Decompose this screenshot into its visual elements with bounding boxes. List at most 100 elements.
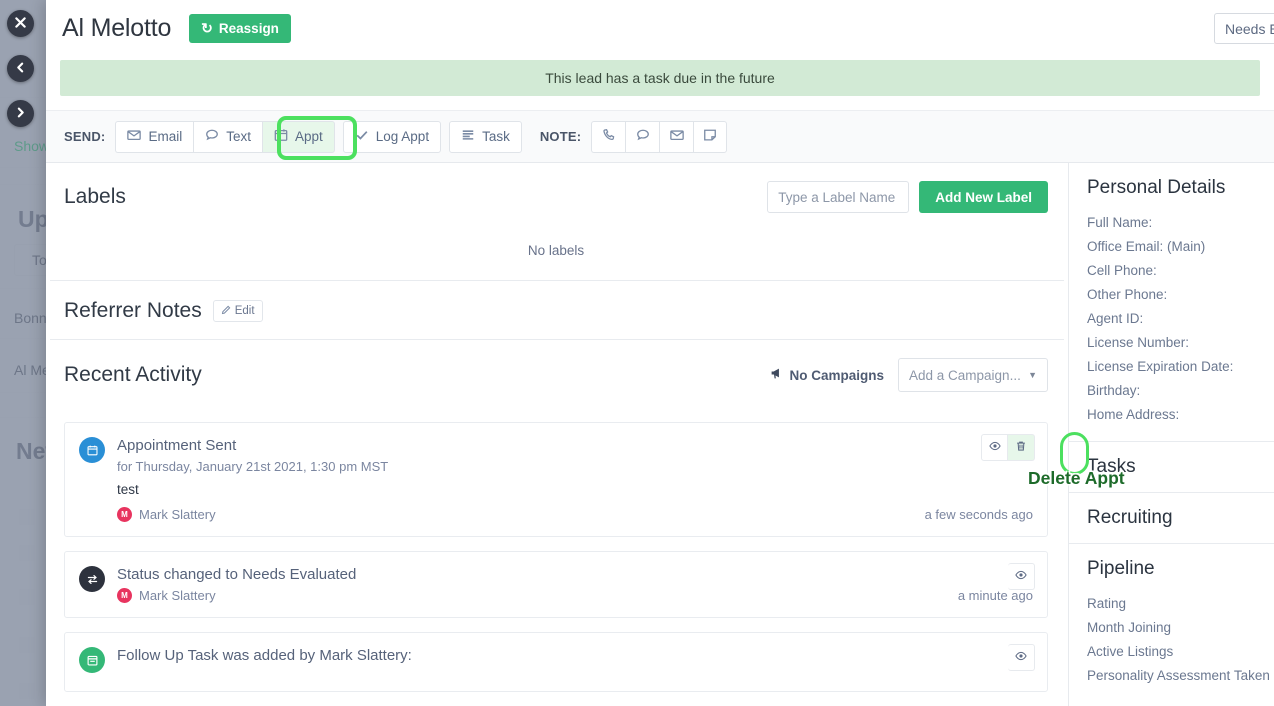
close-modal-button[interactable]: [7, 10, 34, 37]
delete-activity-button[interactable]: [1008, 434, 1035, 461]
background-checkbox: [19, 545, 35, 561]
swap-icon: [79, 566, 105, 592]
close-icon: [15, 16, 26, 31]
activity-timestamp: a few seconds ago: [924, 507, 1033, 522]
reassign-button-label: Reassign: [218, 20, 279, 36]
chevron-down-icon: ▼: [1028, 370, 1037, 380]
refresh-icon: ↻: [201, 20, 213, 36]
tasks-title: Tasks: [1087, 456, 1136, 477]
add-new-label-button[interactable]: Add New Label: [919, 181, 1048, 213]
label-name-input[interactable]: [767, 181, 910, 213]
pipeline-field: Active Listings: [1087, 644, 1174, 659]
status-dropdown[interactable]: Needs Evaluated: [1214, 13, 1274, 44]
calendar-icon: [79, 437, 105, 463]
pipeline-list: Rating Month Joining Active Listings Person…: [1087, 592, 1274, 688]
chevron-left-icon: [15, 61, 26, 76]
envelope-icon: [127, 128, 142, 145]
note-text-button[interactable]: [625, 120, 660, 153]
chat-icon: [205, 128, 219, 145]
reassign-button[interactable]: ↻ Reassign: [189, 13, 291, 43]
personal-details-field: Birthday:: [1087, 383, 1141, 398]
send-email-label: Email: [148, 129, 183, 144]
main-column: Labels Add New Label No labels Referrer …: [46, 163, 1068, 706]
phone-icon: [602, 128, 616, 145]
personal-details-field: Agent ID:: [1087, 311, 1144, 326]
send-appt-button[interactable]: Appt: [261, 120, 335, 153]
activity-card: Status changed to Needs Evaluated M Mark S…: [64, 551, 1048, 618]
note-other-button[interactable]: [693, 120, 728, 153]
personal-details-field: License Number:: [1087, 335, 1190, 350]
send-email-button[interactable]: Email: [115, 120, 194, 153]
lead-detail-modal: Al Melotto ↻ Reassign Needs Evaluated Th…: [46, 0, 1274, 706]
view-activity-button[interactable]: [981, 434, 1008, 461]
personal-details-field: Office Email: (Main): [1087, 239, 1206, 254]
campaign-status-label: No Campaigns: [789, 367, 884, 383]
log-appt-button[interactable]: Log Appt: [342, 120, 442, 153]
activity-card: Appointment Sent for Thursday, January 21…: [64, 422, 1048, 537]
send-button-group: Email Text Appt: [115, 120, 335, 153]
avatar: M: [117, 588, 132, 603]
send-text-button[interactable]: Text: [193, 120, 262, 153]
labels-section: Labels Add New Label No labels: [46, 163, 1068, 280]
personal-details-field: Home Address:: [1087, 407, 1180, 422]
personal-details-section: Personal Details Full Name: Office Email:…: [1087, 177, 1274, 427]
modal-header: Al Melotto ↻ Reassign Needs Evaluated: [46, 0, 1274, 56]
add-campaign-placeholder: Add a Campaign...: [909, 367, 1021, 383]
campaign-status: No Campaigns: [770, 367, 884, 383]
background-checkbox: [19, 509, 35, 525]
trash-icon: [1015, 439, 1027, 457]
activity-body: test: [117, 482, 139, 497]
next-lead-button[interactable]: [7, 100, 34, 127]
eye-icon: [1015, 649, 1027, 667]
view-activity-button[interactable]: [1008, 644, 1035, 671]
background-text: Al Me: [14, 362, 50, 378]
personal-details-list: Full Name: Office Email: (Main) Cell Phone…: [1087, 211, 1274, 427]
activity-author: Mark Slattery: [139, 588, 216, 603]
task-icon: [79, 647, 105, 673]
note-email-button[interactable]: [659, 120, 694, 153]
personal-details-field: Cell Phone:: [1087, 263, 1157, 278]
activity-title: Appointment Sent: [117, 437, 237, 454]
divider: [1069, 543, 1274, 544]
note-call-button[interactable]: [591, 120, 626, 153]
add-campaign-dropdown[interactable]: Add a Campaign... ▼: [898, 358, 1048, 392]
eye-icon: [1015, 568, 1027, 586]
modal-content: Labels Add New Label No labels Referrer …: [46, 163, 1274, 706]
edit-label: Edit: [234, 305, 255, 317]
side-panel: Personal Details Full Name: Office Email:…: [1068, 163, 1274, 706]
communication-toolbar: SEND: Email Text Appt Log Appt Task NOTE…: [46, 110, 1274, 163]
task-button[interactable]: Task: [449, 120, 522, 153]
divider: [1069, 441, 1274, 442]
activity-title: Follow Up Task was added by Mark Slatter…: [117, 647, 412, 664]
activity-timestamp: a minute ago: [957, 588, 1033, 603]
log-appt-label: Log Appt: [375, 129, 430, 144]
activity-author: Mark Slattery: [139, 507, 216, 522]
activity-actions: [981, 434, 1035, 461]
activity-actions: [1008, 644, 1035, 671]
page-title: Al Melotto: [62, 13, 172, 42]
pipeline-field: Personality Assessment Taken: [1087, 668, 1270, 683]
personal-details-field: License Expiration Date:: [1087, 359, 1234, 374]
send-label: SEND:: [64, 129, 106, 144]
pipeline-section: Pipeline Rating Month Joining Active Listi…: [1087, 558, 1274, 688]
personal-details-title: Personal Details: [1087, 177, 1226, 198]
avatar: M: [117, 507, 132, 522]
no-labels-text: No labels: [527, 243, 585, 258]
recent-activity-section: Recent Activity No Campaigns Add a Campa…: [46, 340, 1068, 392]
edit-referrer-notes-button[interactable]: Edit: [212, 300, 263, 322]
activity-subtitle: for Thursday, January 21st 2021, 1:30 pm…: [117, 459, 389, 474]
background-checkbox: [19, 637, 35, 653]
envelope-icon: [670, 128, 684, 145]
previous-lead-button[interactable]: [7, 55, 34, 82]
send-appt-label: Appt: [294, 129, 323, 144]
activity-title: Status changed to Needs Evaluated: [117, 566, 357, 583]
check-icon: [355, 128, 369, 145]
view-activity-button[interactable]: [1008, 563, 1035, 590]
activity-footer: M Mark Slattery a few seconds ago: [117, 507, 1033, 522]
background-text: Show: [14, 138, 50, 154]
chevron-right-icon: [15, 106, 26, 121]
task-due-banner: This lead has a task due in the future: [60, 60, 1260, 96]
referrer-notes-section: Referrer Notes Edit: [46, 281, 1068, 339]
background-checkbox: [19, 683, 35, 699]
background-checkbox: [19, 589, 35, 605]
